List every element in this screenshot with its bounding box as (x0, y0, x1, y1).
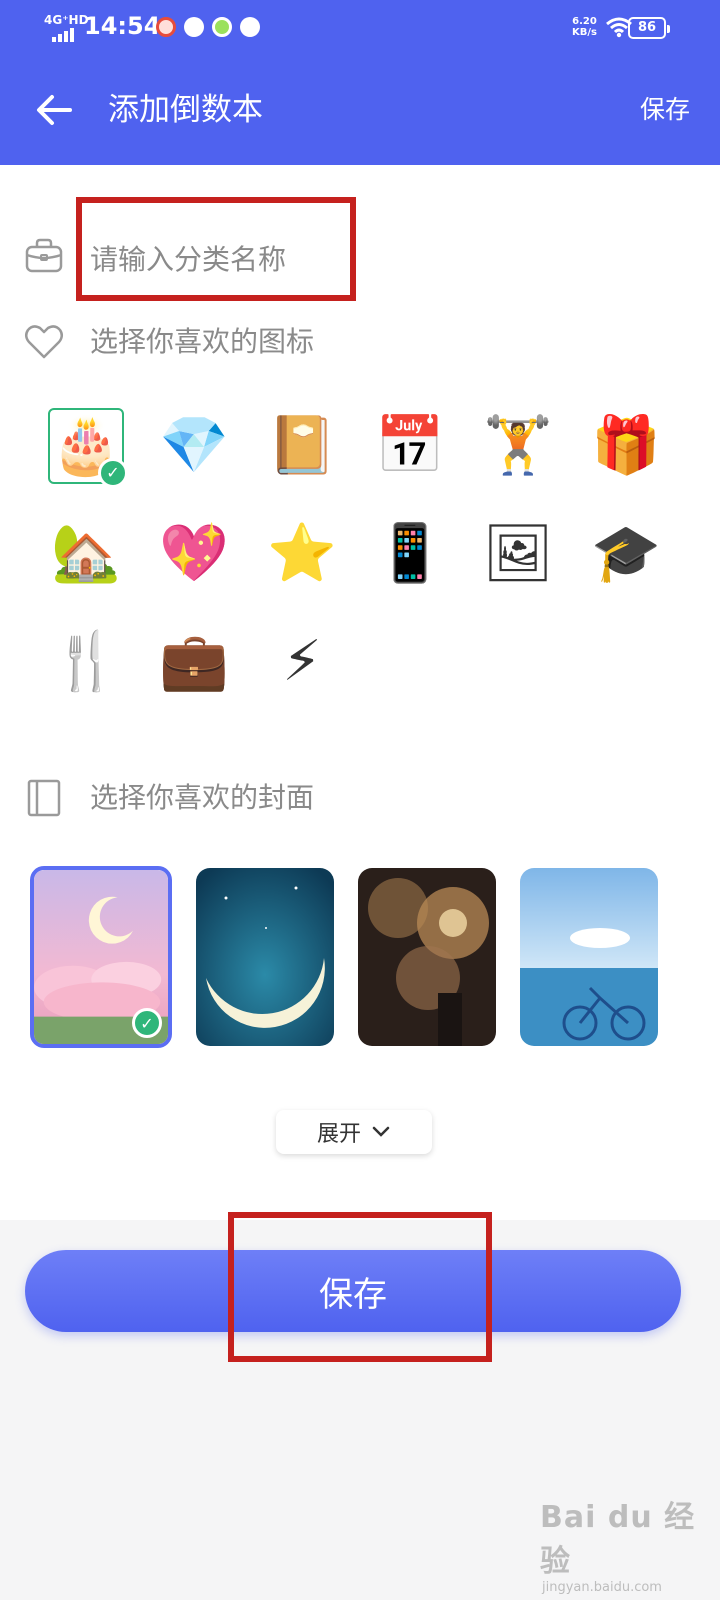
leaf-app-icon (240, 17, 260, 37)
check-icon: ✓ (132, 1008, 162, 1038)
graduation-cap-icon: 🎓 (591, 521, 661, 586)
icon-option-diamond[interactable]: 💎 (156, 408, 232, 484)
network-speed: 6.20 KB/s (572, 16, 597, 38)
seaside-bicycle-image (520, 868, 658, 1046)
cover-option-seaside[interactable] (520, 868, 658, 1046)
fork-knife-icon: 🍴 (51, 629, 121, 694)
icon-option-graduation[interactable]: 🎓 (588, 516, 664, 592)
gift-icon: 🎁 (591, 413, 661, 478)
notebook-icon: 📔 (267, 413, 337, 478)
icon-option-gift[interactable]: 🎁 (588, 408, 664, 484)
icon-option-birthday-cake[interactable]: 🎂 ✓ (48, 408, 128, 488)
icon-option-dumbbell[interactable]: 🏋 (480, 408, 556, 484)
page-title: 添加倒数本 (108, 92, 263, 128)
heart-icon (25, 325, 63, 359)
icon-option-star[interactable]: ⭐ (264, 516, 340, 592)
expand-label: 展开 (316, 1122, 361, 1147)
header-save-button[interactable]: 保存 (640, 92, 690, 128)
bag-icon (25, 238, 63, 273)
star-icon: ⭐ (267, 521, 337, 586)
status-bar: 4G⁺HD 14:54 6.20 KB/s 86 (0, 0, 720, 60)
battery-indicator: 86 (628, 17, 670, 39)
briefcase-icon: 💼 (159, 629, 229, 694)
night-moon-image (196, 868, 334, 1046)
cover-option-night-moon[interactable] (196, 868, 334, 1046)
icon-option-calendar[interactable]: 📅 (372, 408, 448, 484)
back-arrow-icon[interactable] (32, 88, 76, 132)
icon-option-house[interactable]: 🏡 (48, 516, 124, 592)
dumbbell-icon: 🏋 (483, 413, 553, 478)
icon-option-heart[interactable]: 💖 (156, 516, 232, 592)
expand-button[interactable]: 展开 (276, 1110, 432, 1154)
notification-icons (156, 17, 260, 37)
icon-option-notebook[interactable]: 📔 (264, 408, 340, 484)
watermark: Bai du 经验 jingyan.baidu.com (540, 1492, 720, 1595)
app-notification-icon (156, 17, 176, 37)
cover-section-label: 选择你喜欢的封面 (90, 781, 315, 814)
check-icon: ✓ (98, 458, 128, 488)
house-icon: 🏡 (51, 521, 121, 586)
watermark-logo: Bai du 经验 (540, 1500, 696, 1579)
fruit-app-icon (212, 17, 232, 37)
network-indicator: 4G⁺HD (44, 13, 89, 27)
icon-option-briefcase[interactable]: 💼 (156, 624, 232, 700)
calendar-star-icon: 📅 (375, 413, 445, 478)
download-notification-icon (184, 17, 204, 37)
app-bar: 4G⁺HD 14:54 6.20 KB/s 86 添加倒数本 保存 (0, 0, 720, 165)
clock: 14:54 (84, 12, 161, 40)
icon-option-dining[interactable]: 🍴 (48, 624, 124, 700)
icon-option-phone[interactable]: 📱 (372, 516, 448, 592)
icon-option-picture[interactable]: 🖼 (480, 516, 556, 592)
cover-option-pink-moon[interactable]: ✓ (30, 866, 172, 1048)
phone-icon: 📱 (375, 521, 445, 586)
lightning-icon: ⚡ (282, 629, 322, 694)
picture-icon: 🖼 (482, 521, 554, 586)
chevron-down-icon (372, 1126, 390, 1137)
diamond-icon: 💎 (159, 413, 229, 478)
cover-option-fireworks[interactable] (358, 868, 496, 1046)
sparkling-heart-icon: 💖 (159, 521, 229, 586)
icon-section-label: 选择你喜欢的图标 (90, 325, 315, 358)
book-cover-icon (27, 779, 61, 817)
watermark-url: jingyan.baidu.com (542, 1580, 662, 1595)
annotation-box-save (228, 1212, 492, 1362)
signal-icon (52, 28, 74, 42)
fireworks-image (358, 868, 496, 1046)
icon-option-lightning[interactable]: ⚡ (264, 624, 340, 700)
annotation-box-input (76, 197, 356, 301)
